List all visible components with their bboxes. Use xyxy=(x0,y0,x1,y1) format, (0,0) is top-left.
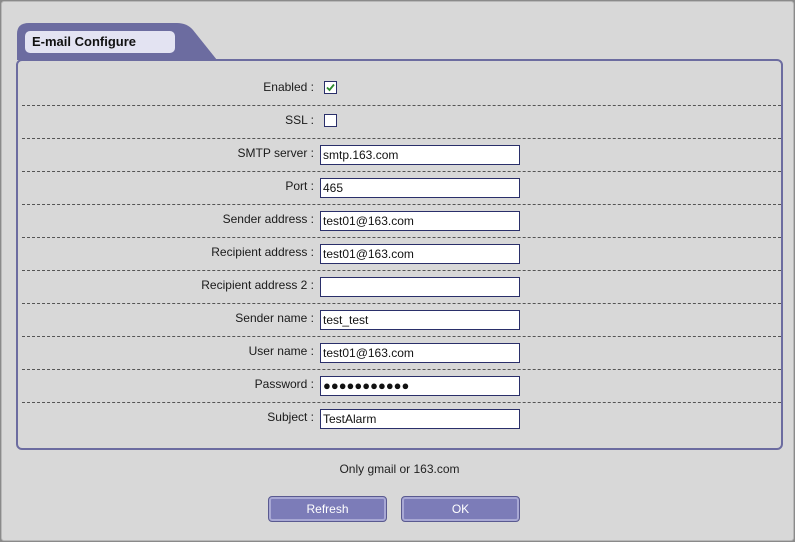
port-label: Port : xyxy=(285,179,314,193)
password-input[interactable]: ●●●●●●●●●●● xyxy=(320,376,520,396)
port-input[interactable]: 465 xyxy=(320,178,520,198)
row-user-name: User name : test01@163.com xyxy=(22,337,781,370)
row-port: Port : 465 xyxy=(22,172,781,205)
row-sender-address: Sender address : test01@163.com xyxy=(22,205,781,238)
enabled-label: Enabled : xyxy=(263,80,314,94)
subject-label: Subject : xyxy=(267,410,314,424)
sender-name-label: Sender name : xyxy=(235,311,314,325)
recipient-address-2-label: Recipient address 2 : xyxy=(201,278,314,292)
recipient-address-label: Recipient address : xyxy=(211,245,314,259)
recipient-address-2-input[interactable] xyxy=(320,277,520,297)
form-panel: Enabled : SSL : SMTP server : smtp.163.c… xyxy=(16,59,783,450)
ssl-label: SSL : xyxy=(285,113,314,127)
ssl-checkbox[interactable] xyxy=(324,114,337,127)
row-ssl: SSL : xyxy=(22,106,781,139)
subject-input[interactable]: TestAlarm xyxy=(320,409,520,429)
row-password: Password : ●●●●●●●●●●● xyxy=(22,370,781,403)
sender-name-input[interactable]: test_test xyxy=(320,310,520,330)
enabled-checkbox[interactable] xyxy=(324,81,337,94)
section-tab: E-mail Configure xyxy=(17,22,217,60)
sender-address-label: Sender address : xyxy=(222,212,314,226)
user-name-label: User name : xyxy=(248,344,314,358)
checkmark-icon xyxy=(326,83,335,92)
password-label: Password : xyxy=(254,377,314,391)
row-recipient-address: Recipient address : test01@163.com xyxy=(22,238,781,271)
sender-address-input[interactable]: test01@163.com xyxy=(320,211,520,231)
user-name-input[interactable]: test01@163.com xyxy=(320,343,520,363)
row-sender-name: Sender name : test_test xyxy=(22,304,781,337)
row-subject: Subject : TestAlarm xyxy=(22,403,781,436)
row-smtp-server: SMTP server : smtp.163.com xyxy=(22,139,781,172)
smtp-server-input[interactable]: smtp.163.com xyxy=(320,145,520,165)
section-title: E-mail Configure xyxy=(25,31,175,53)
ok-button[interactable]: OK xyxy=(401,496,520,522)
row-enabled: Enabled : xyxy=(22,73,781,106)
provider-note: Only gmail or 163.com xyxy=(339,462,460,476)
row-recipient-address-2: Recipient address 2 : xyxy=(22,271,781,304)
refresh-button[interactable]: Refresh xyxy=(268,496,387,522)
email-config-window: E-mail Configure Enabled : SSL : SMTP se… xyxy=(1,1,794,541)
recipient-address-input[interactable]: test01@163.com xyxy=(320,244,520,264)
smtp-server-label: SMTP server : xyxy=(237,146,314,160)
